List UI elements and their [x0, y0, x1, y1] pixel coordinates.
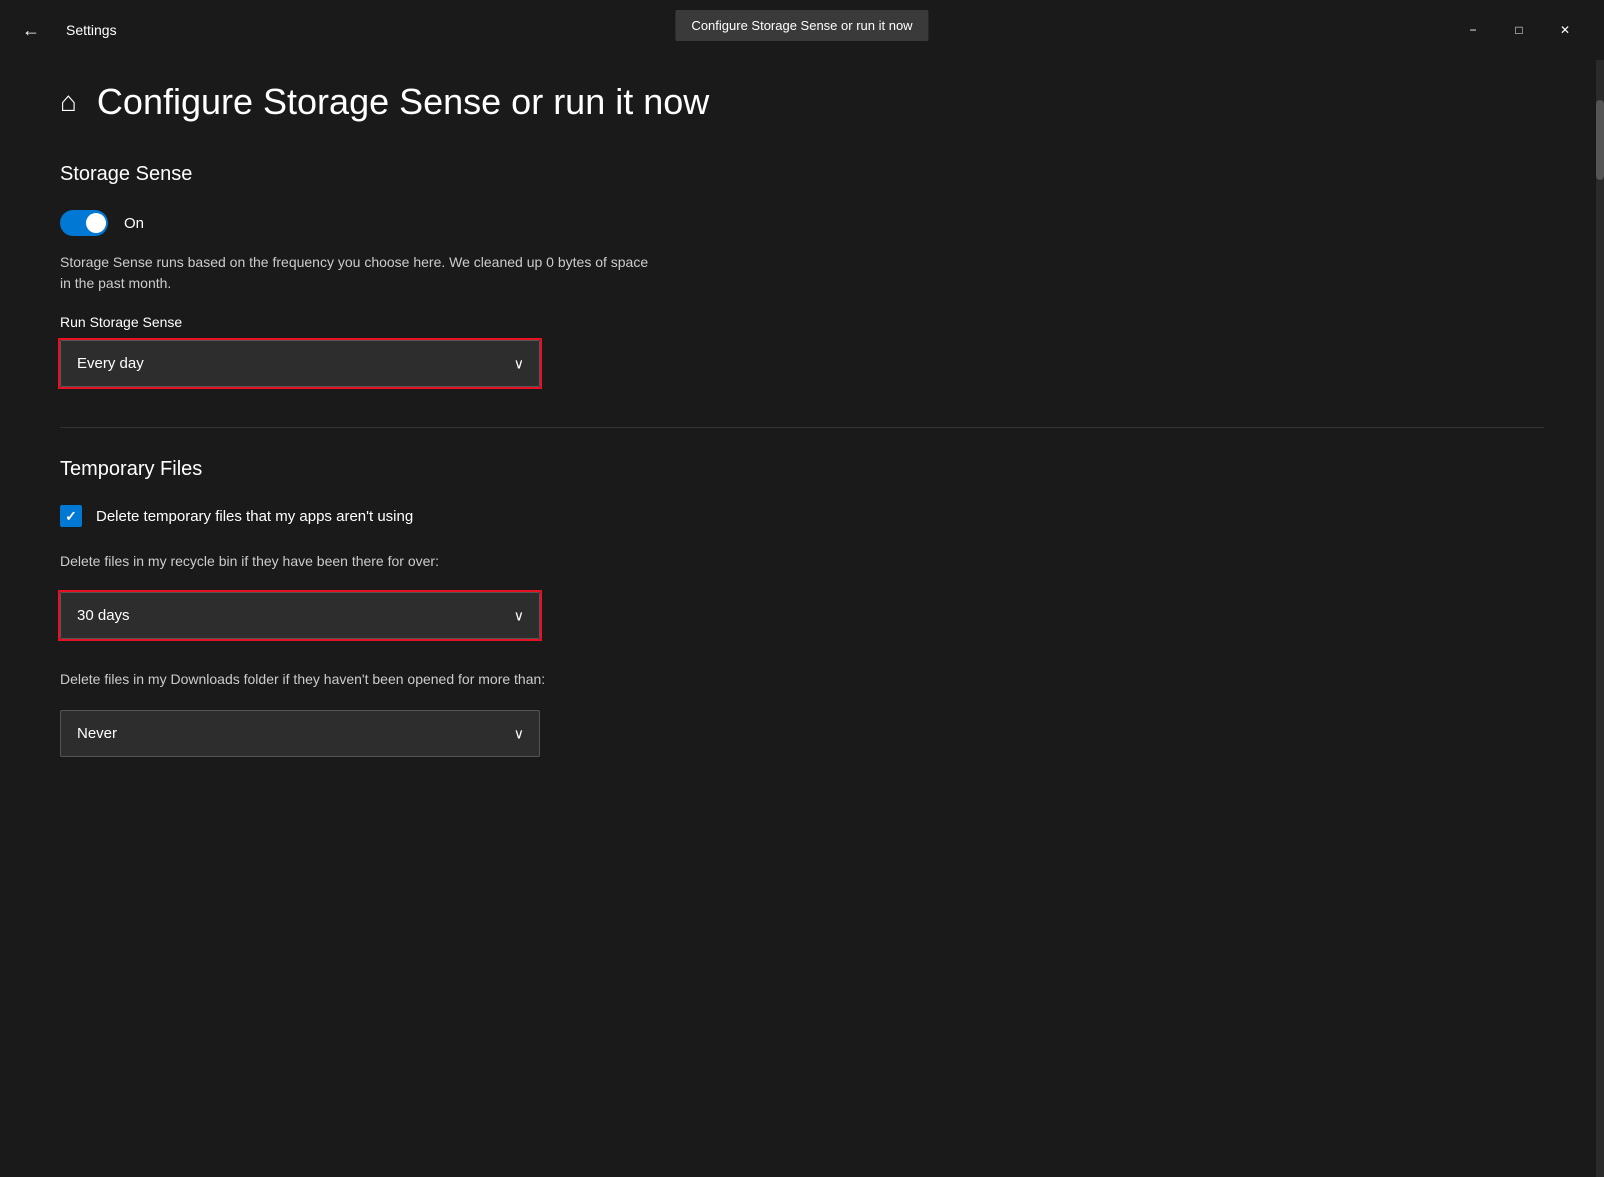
downloads-dropdown[interactable]: Never 1 day 14 days 30 days 60 days [60, 710, 540, 757]
downloads-description: Delete files in my Downloads folder if t… [60, 669, 660, 690]
storage-sense-section: Storage Sense On Storage Sense runs base… [60, 163, 1544, 387]
title-bar: ← Settings Configure Storage Sense or ru… [0, 0, 1604, 60]
temporary-files-title: Temporary Files [60, 458, 1544, 481]
recycle-bin-description: Delete files in my recycle bin if they h… [60, 551, 660, 572]
home-icon[interactable]: ⌂ [60, 86, 77, 118]
checkmark-icon: ✓ [65, 508, 77, 525]
delete-temp-row: ✓ Delete temporary files that my apps ar… [60, 505, 1544, 527]
back-button[interactable]: ← [16, 14, 46, 47]
scrollbar[interactable] [1596, 60, 1604, 1177]
delete-temp-label: Delete temporary files that my apps aren… [96, 508, 413, 525]
temporary-files-section: Temporary Files ✓ Delete temporary files… [60, 458, 1544, 757]
toggle-track [60, 210, 108, 236]
maximize-button[interactable]: □ [1496, 10, 1542, 50]
page-header: ⌂ Configure Storage Sense or run it now [60, 80, 1544, 123]
title-bar-controls: − □ ✕ [1450, 10, 1588, 50]
close-button[interactable]: ✕ [1542, 10, 1588, 50]
toggle-row: On [60, 210, 1544, 236]
title-bar-left: ← Settings [16, 14, 117, 47]
recycle-bin-dropdown[interactable]: Never 1 day 14 days 30 days 60 days [60, 592, 540, 639]
downloads-dropdown-container: Never 1 day 14 days 30 days 60 days ∨ [60, 710, 540, 757]
page-title: Configure Storage Sense or run it now [97, 80, 709, 123]
storage-sense-toggle[interactable] [60, 210, 108, 236]
minimize-button[interactable]: − [1450, 10, 1496, 50]
section-divider [60, 427, 1544, 428]
run-storage-sense-label: Run Storage Sense [60, 314, 1544, 330]
scrollbar-thumb[interactable] [1596, 100, 1604, 180]
storage-sense-title: Storage Sense [60, 163, 1544, 186]
toggle-thumb [86, 213, 106, 233]
run-storage-sense-dropdown[interactable]: Every day Every week Every month During … [60, 340, 540, 387]
storage-sense-description: Storage Sense runs based on the frequenc… [60, 252, 660, 294]
run-storage-sense-dropdown-container: Every day Every week Every month During … [60, 340, 540, 387]
main-content: ⌂ Configure Storage Sense or run it now … [0, 60, 1604, 1177]
delete-temp-checkbox[interactable]: ✓ [60, 505, 82, 527]
app-title: Settings [66, 22, 117, 38]
recycle-bin-dropdown-container: Never 1 day 14 days 30 days 60 days ∨ [60, 592, 540, 639]
tooltip-label: Configure Storage Sense or run it now [675, 10, 928, 41]
toggle-state-label: On [124, 215, 144, 232]
